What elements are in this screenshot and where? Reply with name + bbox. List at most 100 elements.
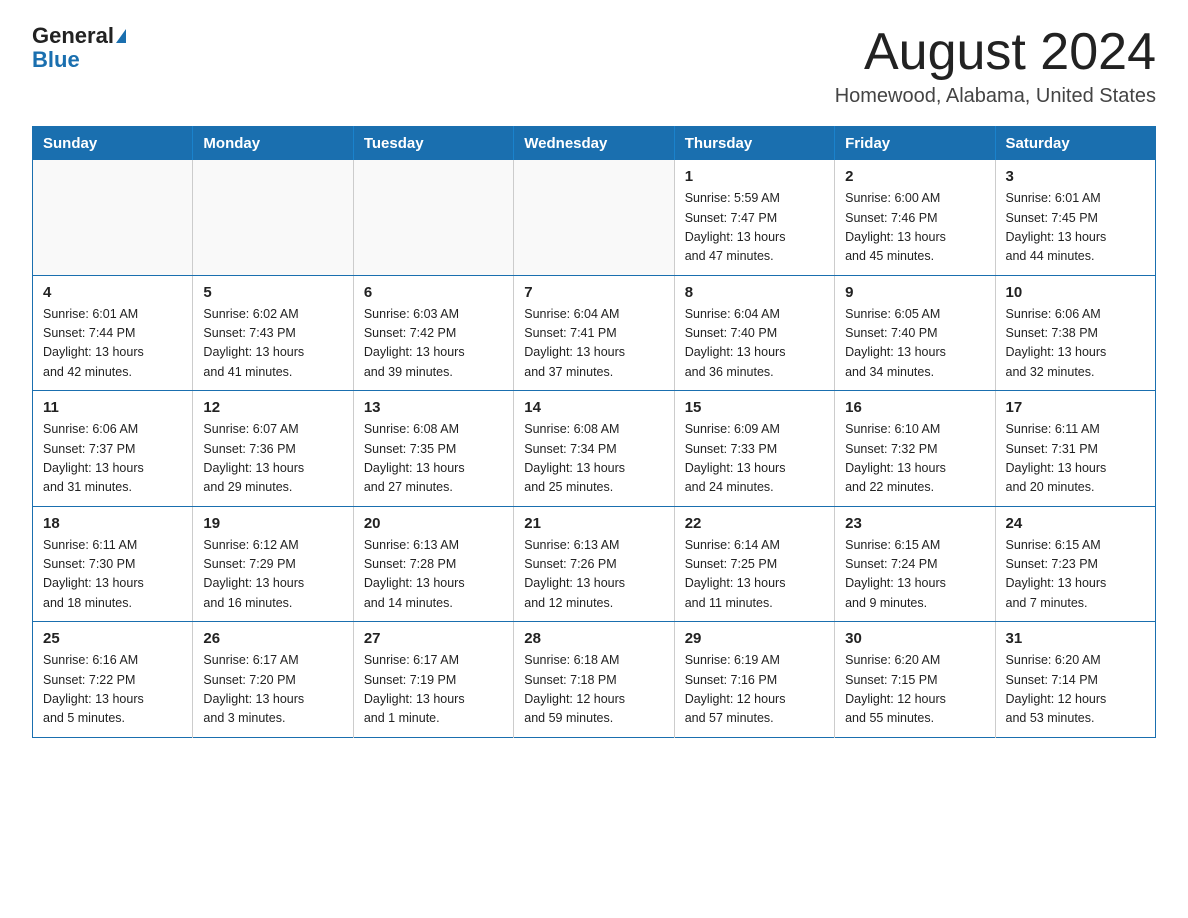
day-info: Sunrise: 6:11 AM Sunset: 7:30 PM Dayligh… bbox=[43, 536, 182, 614]
calendar-cell: 2 Sunrise: 6:00 AM Sunset: 7:46 PM Daylig… bbox=[835, 160, 995, 275]
calendar-cell: 31 Sunrise: 6:20 AM Sunset: 7:14 PM Dayli… bbox=[995, 622, 1155, 738]
day-number: 4 bbox=[43, 284, 182, 301]
day-number: 6 bbox=[364, 284, 503, 301]
day-info: Sunrise: 6:16 AM Sunset: 7:22 PM Dayligh… bbox=[43, 651, 182, 729]
column-header-monday: Monday bbox=[193, 127, 353, 161]
calendar-cell: 3Sunrise: 6:01 AM Sunset: 7:45 PM Daylig… bbox=[995, 160, 1155, 275]
day-number: 16 bbox=[845, 399, 984, 416]
day-info: Sunrise: 6:06 AM Sunset: 7:37 PM Dayligh… bbox=[43, 420, 182, 498]
calendar-cell: 15 Sunrise: 6:09 AM Sunset: 7:33 PM Dayli… bbox=[674, 391, 834, 507]
day-number: 20 bbox=[364, 515, 503, 532]
calendar-cell: 9Sunrise: 6:05 AM Sunset: 7:40 PM Daylig… bbox=[835, 275, 995, 391]
day-number: 15 bbox=[685, 399, 824, 416]
calendar-cell: 26Sunrise: 6:17 AM Sunset: 7:20 PM Dayli… bbox=[193, 622, 353, 738]
calendar-cell bbox=[33, 160, 193, 275]
day-info: Sunrise: 6:03 AM Sunset: 7:42 PM Dayligh… bbox=[364, 305, 503, 383]
day-number: 17 bbox=[1006, 399, 1145, 416]
day-number: 2 bbox=[845, 168, 984, 185]
calendar-cell: 29 Sunrise: 6:19 AM Sunset: 7:16 PM Dayli… bbox=[674, 622, 834, 738]
calendar-cell: 6 Sunrise: 6:03 AM Sunset: 7:42 PM Daylig… bbox=[353, 275, 513, 391]
calendar-cell: 19 Sunrise: 6:12 AM Sunset: 7:29 PM Dayli… bbox=[193, 506, 353, 622]
subtitle: Homewood, Alabama, United States bbox=[835, 85, 1156, 108]
day-info: Sunrise: 6:01 AM Sunset: 7:44 PM Dayligh… bbox=[43, 305, 182, 383]
calendar-cell: 22 Sunrise: 6:14 AM Sunset: 7:25 PM Dayli… bbox=[674, 506, 834, 622]
day-number: 24 bbox=[1006, 515, 1145, 532]
day-info: Sunrise: 6:13 AM Sunset: 7:26 PM Dayligh… bbox=[524, 536, 663, 614]
calendar-week-row: 4 Sunrise: 6:01 AM Sunset: 7:44 PM Daylig… bbox=[33, 275, 1156, 391]
calendar-week-row: 18 Sunrise: 6:11 AM Sunset: 7:30 PM Dayli… bbox=[33, 506, 1156, 622]
calendar-cell: 16 Sunrise: 6:10 AM Sunset: 7:32 PM Dayli… bbox=[835, 391, 995, 507]
day-info: Sunrise: 6:20 AM Sunset: 7:14 PM Dayligh… bbox=[1006, 651, 1145, 729]
calendar-cell: 17 Sunrise: 6:11 AM Sunset: 7:31 PM Dayli… bbox=[995, 391, 1155, 507]
day-number: 23 bbox=[845, 515, 984, 532]
page-header: General Blue August 2024 Homewood, Alaba… bbox=[32, 24, 1156, 108]
day-number: 5 bbox=[203, 284, 342, 301]
calendar-cell: 12 Sunrise: 6:07 AM Sunset: 7:36 PM Dayli… bbox=[193, 391, 353, 507]
day-info: Sunrise: 6:05 AM Sunset: 7:40 PM Dayligh… bbox=[845, 305, 984, 383]
calendar-cell: 7 Sunrise: 6:04 AM Sunset: 7:41 PM Daylig… bbox=[514, 275, 674, 391]
day-info: Sunrise: 6:15 AM Sunset: 7:24 PM Dayligh… bbox=[845, 536, 984, 614]
logo: General Blue bbox=[32, 24, 126, 72]
logo-blue-text: Blue bbox=[32, 48, 80, 72]
day-info: Sunrise: 6:20 AM Sunset: 7:15 PM Dayligh… bbox=[845, 651, 984, 729]
day-info: Sunrise: 6:17 AM Sunset: 7:19 PM Dayligh… bbox=[364, 651, 503, 729]
day-number: 3 bbox=[1006, 168, 1145, 185]
day-info: Sunrise: 6:19 AM Sunset: 7:16 PM Dayligh… bbox=[685, 651, 824, 729]
day-number: 28 bbox=[524, 630, 663, 647]
day-info: Sunrise: 6:02 AM Sunset: 7:43 PM Dayligh… bbox=[203, 305, 342, 383]
calendar-cell: 23 Sunrise: 6:15 AM Sunset: 7:24 PM Dayli… bbox=[835, 506, 995, 622]
day-number: 29 bbox=[685, 630, 824, 647]
day-info: Sunrise: 6:00 AM Sunset: 7:46 PM Dayligh… bbox=[845, 189, 984, 267]
day-info: Sunrise: 6:18 AM Sunset: 7:18 PM Dayligh… bbox=[524, 651, 663, 729]
day-number: 7 bbox=[524, 284, 663, 301]
calendar-cell bbox=[514, 160, 674, 275]
day-number: 27 bbox=[364, 630, 503, 647]
column-header-thursday: Thursday bbox=[674, 127, 834, 161]
day-info: Sunrise: 6:13 AM Sunset: 7:28 PM Dayligh… bbox=[364, 536, 503, 614]
calendar-cell: 18 Sunrise: 6:11 AM Sunset: 7:30 PM Dayli… bbox=[33, 506, 193, 622]
day-number: 11 bbox=[43, 399, 182, 416]
day-info: Sunrise: 6:14 AM Sunset: 7:25 PM Dayligh… bbox=[685, 536, 824, 614]
calendar-cell: 14Sunrise: 6:08 AM Sunset: 7:34 PM Dayli… bbox=[514, 391, 674, 507]
day-info: Sunrise: 6:09 AM Sunset: 7:33 PM Dayligh… bbox=[685, 420, 824, 498]
title-block: August 2024 Homewood, Alabama, United St… bbox=[835, 24, 1156, 108]
day-info: Sunrise: 6:15 AM Sunset: 7:23 PM Dayligh… bbox=[1006, 536, 1145, 614]
day-number: 1 bbox=[685, 168, 824, 185]
calendar-cell: 24 Sunrise: 6:15 AM Sunset: 7:23 PM Dayli… bbox=[995, 506, 1155, 622]
day-number: 13 bbox=[364, 399, 503, 416]
calendar-cell: 28 Sunrise: 6:18 AM Sunset: 7:18 PM Dayli… bbox=[514, 622, 674, 738]
calendar-week-row: 1 Sunrise: 5:59 AM Sunset: 7:47 PM Daylig… bbox=[33, 160, 1156, 275]
day-number: 19 bbox=[203, 515, 342, 532]
calendar-cell: 21Sunrise: 6:13 AM Sunset: 7:26 PM Dayli… bbox=[514, 506, 674, 622]
calendar-header-row: SundayMondayTuesdayWednesdayThursdayFrid… bbox=[33, 127, 1156, 161]
day-info: Sunrise: 5:59 AM Sunset: 7:47 PM Dayligh… bbox=[685, 189, 824, 267]
day-info: Sunrise: 6:11 AM Sunset: 7:31 PM Dayligh… bbox=[1006, 420, 1145, 498]
calendar-cell: 11 Sunrise: 6:06 AM Sunset: 7:37 PM Dayli… bbox=[33, 391, 193, 507]
calendar-cell: 5 Sunrise: 6:02 AM Sunset: 7:43 PM Daylig… bbox=[193, 275, 353, 391]
column-header-tuesday: Tuesday bbox=[353, 127, 513, 161]
logo-general-text: General bbox=[32, 24, 114, 48]
calendar-cell bbox=[193, 160, 353, 275]
calendar-cell: 10Sunrise: 6:06 AM Sunset: 7:38 PM Dayli… bbox=[995, 275, 1155, 391]
calendar-cell bbox=[353, 160, 513, 275]
calendar-week-row: 25 Sunrise: 6:16 AM Sunset: 7:22 PM Dayli… bbox=[33, 622, 1156, 738]
day-number: 18 bbox=[43, 515, 182, 532]
page-title: August 2024 bbox=[835, 24, 1156, 81]
day-number: 12 bbox=[203, 399, 342, 416]
day-number: 31 bbox=[1006, 630, 1145, 647]
day-number: 22 bbox=[685, 515, 824, 532]
calendar-cell: 30Sunrise: 6:20 AM Sunset: 7:15 PM Dayli… bbox=[835, 622, 995, 738]
column-header-friday: Friday bbox=[835, 127, 995, 161]
day-info: Sunrise: 6:12 AM Sunset: 7:29 PM Dayligh… bbox=[203, 536, 342, 614]
day-number: 14 bbox=[524, 399, 663, 416]
calendar-cell: 8Sunrise: 6:04 AM Sunset: 7:40 PM Daylig… bbox=[674, 275, 834, 391]
column-header-wednesday: Wednesday bbox=[514, 127, 674, 161]
calendar-cell: 20 Sunrise: 6:13 AM Sunset: 7:28 PM Dayli… bbox=[353, 506, 513, 622]
day-info: Sunrise: 6:07 AM Sunset: 7:36 PM Dayligh… bbox=[203, 420, 342, 498]
day-number: 25 bbox=[43, 630, 182, 647]
day-number: 10 bbox=[1006, 284, 1145, 301]
calendar-cell: 1 Sunrise: 5:59 AM Sunset: 7:47 PM Daylig… bbox=[674, 160, 834, 275]
day-info: Sunrise: 6:17 AM Sunset: 7:20 PM Dayligh… bbox=[203, 651, 342, 729]
day-info: Sunrise: 6:10 AM Sunset: 7:32 PM Dayligh… bbox=[845, 420, 984, 498]
day-info: Sunrise: 6:04 AM Sunset: 7:41 PM Dayligh… bbox=[524, 305, 663, 383]
